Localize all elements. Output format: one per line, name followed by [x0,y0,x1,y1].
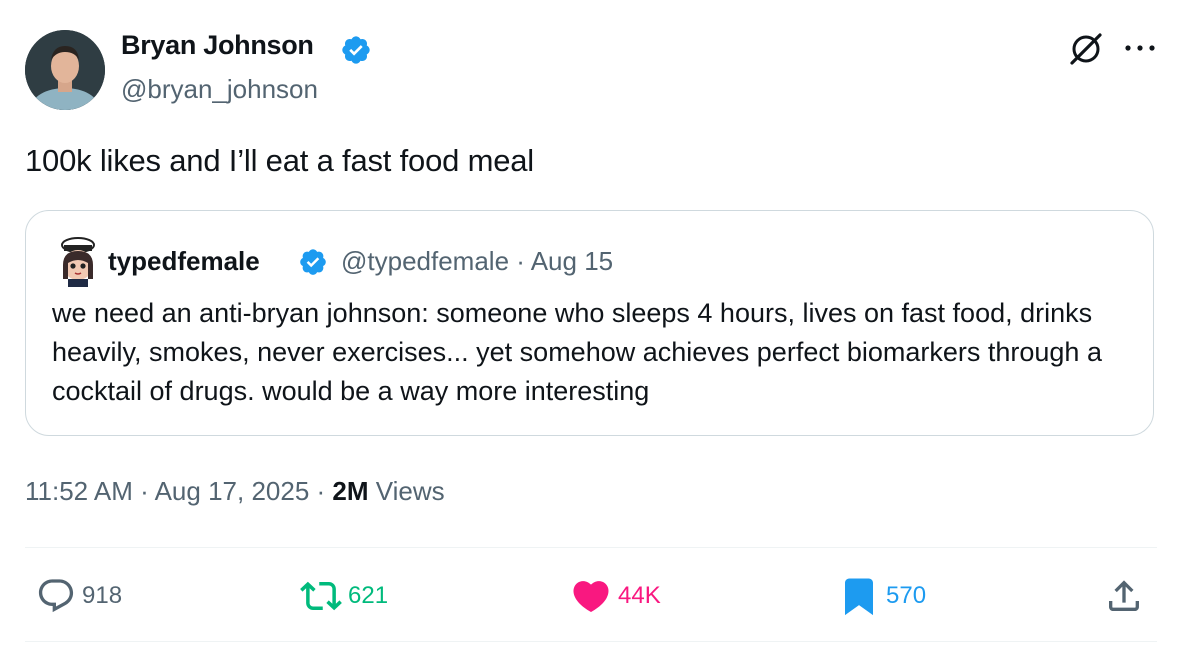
views-count: 2M [332,476,369,506]
divider [25,641,1157,642]
tweet-text: 100k likes and I’ll eat a fast food meal [25,143,534,178]
like-icon [573,581,609,613]
grok-icon[interactable] [1067,30,1105,68]
retweet-icon [300,581,342,611]
verified-badge-icon [342,36,370,64]
share-button[interactable] [1104,574,1144,618]
verified-badge-icon [300,249,326,275]
bookmark-count: 570 [886,582,927,609]
author-avatar[interactable] [25,30,105,110]
quote-author-avatar[interactable] [54,235,102,287]
divider [25,547,1157,548]
retweet-count: 621 [348,582,389,609]
more-icon[interactable] [1122,36,1158,60]
quoted-tweet[interactable]: typedfemale @typedfemale · Aug 15 we nee… [25,210,1154,436]
retweet-button[interactable]: 621 [300,574,388,618]
quote-text: we need an anti-bryan johnson: someone w… [52,298,1102,406]
views-label: Views [368,476,445,506]
bookmark-button[interactable]: 570 [838,574,926,618]
author-name[interactable]: Bryan Johnson [121,30,314,61]
like-count: 44K [618,582,661,609]
quote-author-name[interactable]: typedfemale [108,246,260,277]
tweet-timestamp[interactable]: 11:52 AM · Aug 17, 2025 · [25,476,332,506]
bookmark-icon [845,578,873,616]
tweet-meta: 11:52 AM · Aug 17, 2025 · 2M Views [25,476,445,507]
reply-button[interactable]: 918 [36,574,122,618]
share-icon [1109,580,1139,611]
quote-handle-date[interactable]: @typedfemale · Aug 15 [341,246,613,277]
author-handle[interactable]: @bryan_johnson [121,74,318,105]
reply-icon [38,579,74,613]
reply-count: 918 [82,582,123,609]
like-button[interactable]: 44K [570,574,661,618]
